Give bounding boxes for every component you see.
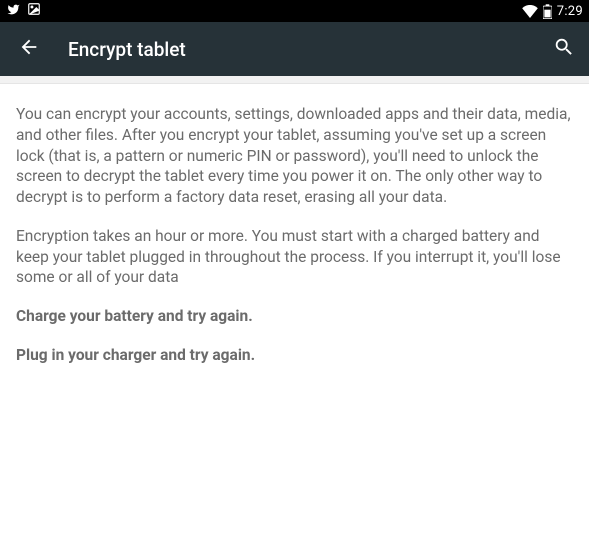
search-button[interactable] [553,36,575,62]
image-icon [27,2,41,20]
back-button[interactable] [18,36,40,62]
status-left [6,2,41,20]
page-title: Encrypt tablet [68,38,186,61]
description-paragraph-1: You can encrypt your accounts, settings,… [16,104,573,208]
twitter-icon [6,3,21,20]
status-right: 7:29 [522,4,583,19]
wifi-icon [522,5,538,18]
warning-plug-charger: Plug in your charger and try again. [16,345,573,366]
status-bar: 7:29 [0,0,589,22]
sub-header-divider [0,76,589,84]
description-paragraph-2: Encryption takes an hour or more. You mu… [16,226,573,288]
warning-charge-battery: Charge your battery and try again. [16,306,573,327]
battery-icon [543,4,552,19]
app-bar: Encrypt tablet [0,22,589,76]
content-area: You can encrypt your accounts, settings,… [0,84,589,400]
status-clock: 7:29 [557,4,583,19]
